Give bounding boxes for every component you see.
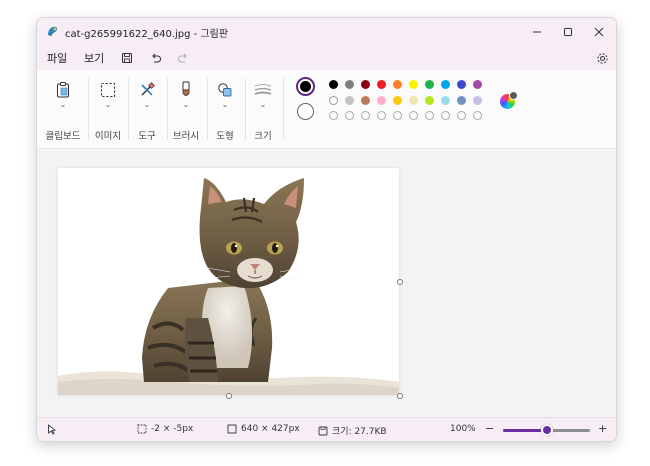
palette-color-swatch[interactable] — [409, 96, 418, 105]
zoom-in-button[interactable]: + — [598, 422, 607, 435]
selection-icon — [137, 424, 147, 434]
custom-color-slot[interactable] — [409, 111, 418, 120]
secondary-color-button[interactable] — [297, 103, 314, 120]
minimize-button[interactable] — [523, 22, 551, 42]
palette-color-swatch[interactable] — [441, 80, 450, 89]
file-size: 크기: 27.7KB — [318, 424, 387, 437]
status-bar: -2 × -5px 640 × 427px 크기: 27.7KB 100% − … — [37, 417, 616, 441]
canvas-size-text: 640 × 427px — [241, 424, 300, 434]
custom-color-slot[interactable] — [457, 111, 466, 120]
zoom-out-button[interactable]: − — [485, 422, 494, 435]
palette-color-swatch[interactable] — [329, 80, 338, 89]
custom-color-slot[interactable] — [441, 111, 450, 120]
save-icon — [122, 53, 132, 63]
palette-color-swatch[interactable] — [473, 96, 482, 105]
resize-handle-bottom[interactable] — [226, 393, 232, 399]
palette-color-swatch[interactable] — [457, 80, 466, 89]
window-title: cat-g265991622_640.jpg - 그림판 — [65, 29, 229, 40]
ribbon-toolbar: ⌄ 클립보드 ⌄ 이미지 ⌄ 도구 ⌄ 브러시 ⌄ 도형 ⌄ 크기 — [37, 70, 616, 196]
zoom-level[interactable]: 100% — [450, 424, 476, 434]
minimize-icon — [533, 31, 541, 33]
palette-color-swatch[interactable] — [361, 80, 370, 89]
canvas-area — [37, 149, 616, 417]
disk-icon — [318, 426, 328, 435]
chevron-down-icon: ⌄ — [221, 100, 229, 109]
clipboard-icon — [57, 82, 69, 98]
chevron-down-icon: ⌄ — [143, 100, 151, 109]
chevron-down-icon: ⌄ — [104, 100, 112, 109]
ribbon-divider — [283, 78, 284, 140]
primary-color-swatch — [300, 81, 311, 92]
palette-color-swatch[interactable] — [441, 96, 450, 105]
palette-color-swatch[interactable] — [345, 80, 354, 89]
close-button[interactable] — [585, 22, 613, 42]
palette-color-swatch[interactable] — [377, 80, 386, 89]
brush-icon — [182, 81, 190, 96]
undo-icon — [152, 53, 161, 63]
primary-color-button[interactable] — [296, 77, 315, 96]
cursor-icon — [48, 424, 57, 435]
palette-color-swatch[interactable] — [425, 96, 434, 105]
menu-view[interactable]: 보기 — [84, 50, 104, 66]
canvas-size: 640 × 427px — [227, 424, 300, 434]
palette-color-swatch[interactable] — [393, 96, 402, 105]
custom-color-slot[interactable] — [473, 111, 482, 120]
resize-handle-right[interactable] — [397, 279, 403, 285]
resize-handle-corner[interactable] — [397, 393, 403, 399]
cursor-position: -2 × -5px — [137, 424, 193, 434]
share-settings-icon — [596, 52, 608, 64]
cursor-position-text: -2 × -5px — [151, 424, 194, 434]
palette-color-swatch[interactable] — [425, 80, 434, 89]
close-icon — [594, 27, 604, 37]
drawing-canvas[interactable] — [58, 168, 399, 395]
palette-color-swatch[interactable] — [457, 96, 466, 105]
palette-color-swatch[interactable] — [473, 80, 482, 89]
edit-colors-button[interactable] — [500, 91, 518, 109]
file-size-text: 크기: 27.7KB — [332, 427, 387, 437]
zoom-slider-thumb[interactable] — [540, 424, 553, 436]
canvas-size-icon — [227, 424, 237, 434]
zoom-slider-fill — [503, 429, 547, 432]
size-label: 크기 — [254, 131, 272, 142]
clipboard-group[interactable]: ⌄ 클립보드 — [43, 80, 83, 144]
plus-icon — [509, 91, 518, 100]
palette-color-swatch[interactable] — [345, 96, 354, 105]
shapes-icon — [218, 83, 232, 97]
title-bar: cat-g265991622_640.jpg - 그림판 — [37, 18, 616, 46]
palette-color-swatch[interactable] — [393, 80, 402, 89]
palette-color-swatch[interactable] — [409, 80, 418, 89]
undo-button[interactable] — [148, 50, 164, 66]
line-size-icon — [254, 84, 272, 95]
chevron-down-icon: ⌄ — [182, 100, 190, 109]
paint-window: cat-g265991622_640.jpg - 그림판 파일 보기 ⌄ 클립보… — [36, 17, 617, 442]
custom-color-slot[interactable] — [329, 111, 338, 120]
paint-app-icon — [48, 26, 58, 36]
pointer-indicator — [47, 424, 57, 435]
redo-button[interactable] — [175, 50, 191, 66]
palette-color-swatch[interactable] — [377, 96, 386, 105]
tools-icon — [141, 82, 155, 96]
custom-color-slot[interactable] — [345, 111, 354, 120]
custom-color-slot[interactable] — [425, 111, 434, 120]
save-button[interactable] — [119, 50, 135, 66]
select-icon — [100, 82, 116, 98]
settings-button[interactable] — [594, 50, 610, 66]
palette-color-swatch[interactable] — [361, 96, 370, 105]
cat-image — [58, 178, 399, 395]
custom-color-slot[interactable] — [377, 111, 386, 120]
maximize-button[interactable] — [554, 22, 582, 42]
redo-icon — [178, 53, 187, 63]
chevron-down-icon: ⌄ — [259, 100, 267, 109]
maximize-icon — [564, 28, 572, 36]
custom-color-slot[interactable] — [361, 111, 370, 120]
custom-color-slot[interactable] — [393, 111, 402, 120]
menu-file[interactable]: 파일 — [47, 50, 67, 66]
palette-color-swatch[interactable] — [329, 96, 338, 105]
chevron-down-icon: ⌄ — [59, 100, 67, 109]
menu-bar: 파일 보기 — [37, 46, 616, 70]
size-group[interactable]: ⌄ 크기 — [243, 80, 283, 144]
